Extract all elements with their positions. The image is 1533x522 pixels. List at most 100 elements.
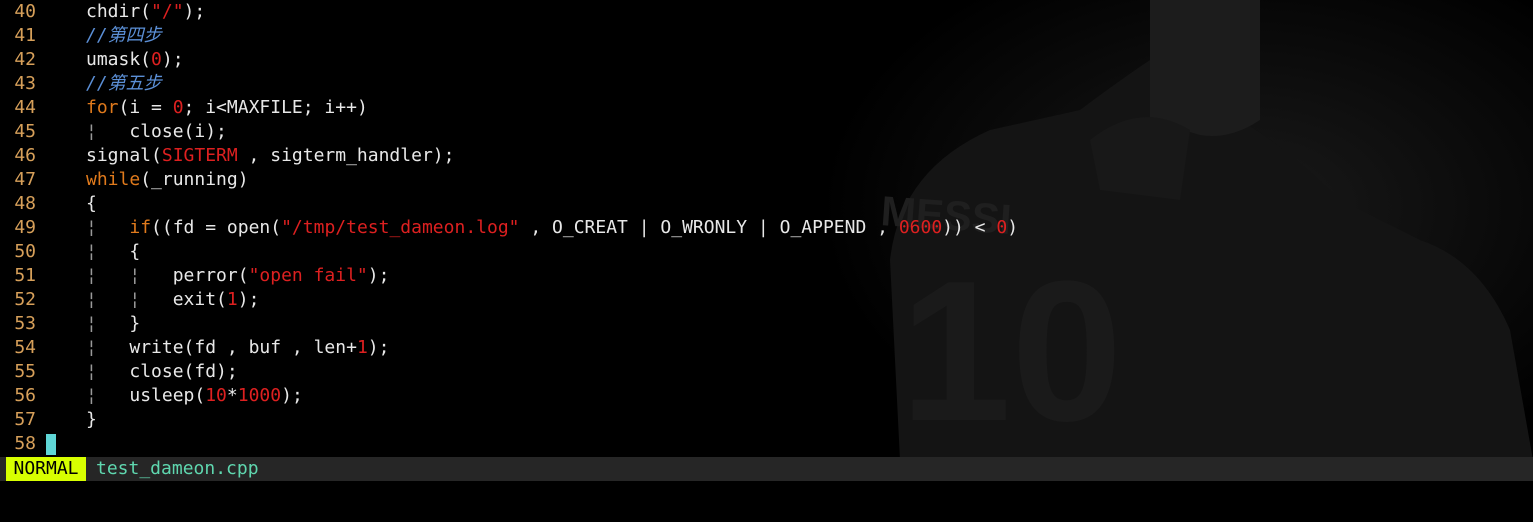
code-token: ); [161,49,184,70]
indent-guide: ¦ [86,361,130,382]
line-content: ¦ if((fd = open("/tmp/test_dameon.log" ,… [86,216,1018,240]
code-token: (_running) [140,169,249,190]
indent-guide: ¦ ¦ [86,289,173,310]
code-token: signal( [86,145,162,166]
line-content: umask(0); [86,48,184,72]
indent-guide: ¦ [86,217,130,238]
indent-guide: ¦ ¦ [86,265,173,286]
code-line[interactable]: 52 ¦ ¦ exit(1); [0,288,1533,312]
code-token: ); [237,289,260,310]
line-content: //第四步 [86,24,162,48]
code-token: //第五步 [86,73,162,94]
line-content: ¦ close(fd); [86,360,238,384]
code-line[interactable]: 48 { [0,192,1533,216]
line-content: ¦ ¦ perror("open fail"); [86,264,389,288]
code-token: "/tmp/test_dameon.log" [281,217,520,238]
status-line: NORMAL test_dameon.cpp [0,457,1533,481]
line-number: 50 [14,241,36,262]
code-token: exit( [172,289,227,310]
code-line[interactable]: 44 for(i = 0; i<MAXFILE; i++) [0,96,1533,120]
line-content: } [86,408,97,432]
line-number: 54 [14,337,36,358]
code-line[interactable]: 54 ¦ write(fd , buf , len+1); [0,336,1533,360]
line-content: while(_running) [86,168,249,192]
line-number: 47 [14,169,36,190]
code-token: 1 [356,337,368,358]
mode-badge: NORMAL [6,457,86,481]
indent-guide: ¦ [86,121,130,142]
line-number: 44 [14,97,36,118]
code-line[interactable]: 42 umask(0); [0,48,1533,72]
code-token: { [86,193,97,214]
line-number: 57 [14,409,36,430]
code-token: , O_CREAT | O_WRONLY | O_APPEND , [519,217,899,238]
code-line[interactable]: 55 ¦ close(fd); [0,360,1533,384]
code-token: 1 [226,289,238,310]
code-token: )) < [942,217,997,238]
line-content: for(i = 0; i<MAXFILE; i++) [86,96,368,120]
line-number: 53 [14,313,36,334]
line-content: ¦ } [86,312,140,336]
code-line[interactable]: 56 ¦ usleep(10*1000); [0,384,1533,408]
code-token: umask( [86,49,152,70]
line-number: 52 [14,289,36,310]
code-token: * [226,385,238,406]
line-number: 45 [14,121,36,142]
code-token: ); [367,265,390,286]
indent-guide: ¦ [86,337,130,358]
line-number: 40 [14,1,36,22]
line-number: 49 [14,217,36,238]
code-token: if [129,217,152,238]
code-line[interactable]: 46 signal(SIGTERM , sigterm_handler); [0,144,1533,168]
code-line[interactable]: 47 while(_running) [0,168,1533,192]
code-line[interactable]: 41 //第四步 [0,24,1533,48]
code-token: { [129,241,141,262]
code-token: 10 [205,385,227,406]
line-number: 42 [14,49,36,70]
line-content: ¦ ¦ exit(1); [86,288,259,312]
code-token: 0 [996,217,1008,238]
code-line[interactable]: 40 chdir("/"); [0,0,1533,24]
code-token: write(fd , buf , len+ [129,337,357,358]
line-content: ¦ usleep(10*1000); [86,384,303,408]
code-line[interactable]: 50 ¦ { [0,240,1533,264]
line-number: 55 [14,361,36,382]
code-token: while [86,169,141,190]
file-name: test_dameon.cpp [96,458,259,479]
line-number: 58 [14,433,36,454]
line-number: 48 [14,193,36,214]
code-line[interactable]: 51 ¦ ¦ perror("open fail"); [0,264,1533,288]
code-line[interactable]: 53 ¦ } [0,312,1533,336]
line-content: //第五步 [86,72,162,96]
code-token: perror( [172,265,249,286]
code-line[interactable]: 49 ¦ if((fd = open("/tmp/test_dameon.log"… [0,216,1533,240]
code-line[interactable]: 58 [0,432,1533,456]
code-token: } [86,409,97,430]
line-number: 56 [14,385,36,406]
code-token: SIGTERM [161,145,238,166]
code-token: (i = [118,97,173,118]
line-number: 43 [14,73,36,94]
line-content: ¦ close(i); [86,120,227,144]
code-token: usleep( [129,385,206,406]
code-token: , sigterm_handler); [237,145,455,166]
vim-editor[interactable]: MESSI 10 40 chdir("/"); 41//第四步 42 umask(0);… [0,0,1533,522]
line-content: ¦ { [86,240,140,264]
code-token: 0 [172,97,184,118]
code-token: for [86,97,119,118]
line-number: 51 [14,265,36,286]
line-content: signal(SIGTERM , sigterm_handler); [86,144,454,168]
code-line[interactable]: 57} [0,408,1533,432]
code-token: 1000 [237,385,282,406]
line-number: 46 [14,145,36,166]
code-buffer[interactable]: 40 chdir("/"); 41//第四步 42 umask(0); 43//第五步 44… [0,0,1533,456]
code-line[interactable]: 45 ¦ close(i); [0,120,1533,144]
code-token: ) [1007,217,1019,238]
line-content: ¦ write(fd , buf , len+1); [86,336,389,360]
code-line[interactable]: 43 //第五步 [0,72,1533,96]
code-token: close(fd); [129,361,238,382]
indent-guide: ¦ [86,241,130,262]
code-token: ); [367,337,390,358]
code-token: ; i<MAXFILE; i++) [183,97,368,118]
code-token: chdir( [86,1,152,22]
